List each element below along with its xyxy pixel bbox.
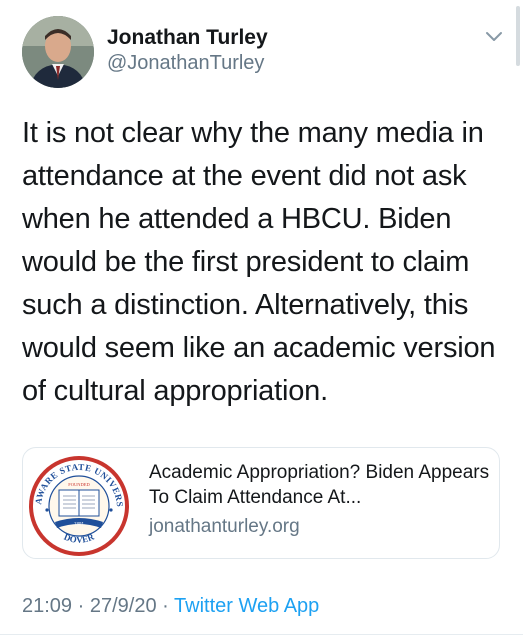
tweet-time[interactable]: 21:09 (22, 595, 72, 617)
author-block[interactable]: Jonathan Turley @JonathanTurley (107, 25, 268, 76)
university-seal-image: DELAWARE STATE UNIVERSITY DOVER FOUNDED … (23, 448, 133, 558)
scrollbar[interactable] (516, 6, 520, 66)
chevron-down-icon[interactable] (484, 30, 504, 44)
meta-separator: · (162, 595, 169, 617)
link-card-title[interactable]: Academic Appropriation? Biden Appears To… (149, 460, 493, 510)
link-card[interactable]: DELAWARE STATE UNIVERSITY DOVER FOUNDED … (22, 447, 500, 559)
avatar[interactable] (22, 16, 94, 88)
tweet-text: It is not clear why the many media in at… (22, 117, 496, 407)
tweet-header: Jonathan Turley @JonathanTurley (22, 16, 502, 90)
tweet-date[interactable]: 27/9/20 (90, 595, 157, 617)
seal-founded-text: FOUNDED (68, 482, 90, 487)
link-card-text[interactable]: Academic Appropriation? Biden Appears To… (149, 460, 493, 541)
divider (0, 634, 523, 635)
seal-year-text: 1891 (74, 521, 85, 526)
meta-separator: · (77, 595, 85, 617)
display-name[interactable]: Jonathan Turley (107, 25, 268, 51)
tweet-source[interactable]: Twitter Web App (174, 595, 319, 617)
tweet-meta: 21:09 · 27/9/20 · Twitter Web App (22, 595, 319, 618)
link-card-domain[interactable]: jonathanturley.org (149, 513, 493, 541)
tweet: Jonathan Turley @JonathanTurley It is no… (0, 0, 523, 640)
handle[interactable]: @JonathanTurley (107, 51, 268, 76)
